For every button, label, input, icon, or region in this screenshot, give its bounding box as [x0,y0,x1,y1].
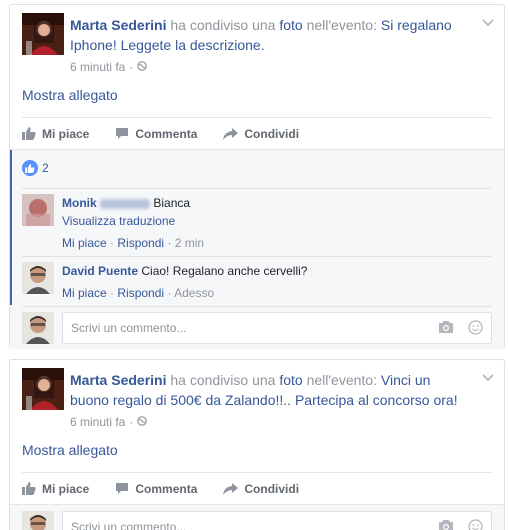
post-actions: Mi piace Commenta Condividi [22,472,492,504]
comment-actions: Mi piace · Rispondi · Adesso [62,284,307,302]
thumbs-up-icon [22,482,36,495]
comment-item: David Puente Ciao! Regalano anche cervel… [22,262,492,302]
current-user-avatar [22,312,54,344]
dot-separator: · [167,286,172,300]
emoji-icon[interactable] [468,519,483,530]
author-avatar[interactable] [22,13,64,55]
emoji-icon[interactable] [468,320,483,338]
post-meta: 6 minuti fa · [70,60,148,74]
post-meta: 6 minuti fa · [70,415,148,429]
thumbs-up-icon [22,127,36,140]
comment-time[interactable]: 2 min [175,236,204,250]
comment-reply-link[interactable]: Rispondi [117,286,164,300]
comment-divider [22,306,492,307]
comment-icon [115,127,129,140]
author-avatar[interactable] [22,368,64,410]
chevron-down-icon[interactable] [482,372,494,382]
feed-post-2: Marta Sederini ha condiviso una foto nel… [9,359,505,530]
dot-separator: · [110,236,115,250]
commenter-avatar[interactable] [22,262,54,294]
globe-icon [137,415,148,429]
dot-separator: · [129,415,134,429]
event-text: nell'evento: [306,372,377,388]
shared-text: ha condiviso una [170,372,276,388]
post-time[interactable]: 6 minuti fa [70,415,125,429]
author-name[interactable]: Marta Sederini [70,372,166,388]
camera-icon[interactable] [438,519,454,530]
globe-icon [137,60,148,74]
comments-section: Scrivi un commento... [10,504,504,530]
photo-link[interactable]: foto [279,372,302,388]
feed-post-1: Marta Sederini ha condiviso una foto nel… [9,4,505,349]
shared-text: ha condiviso una [170,17,276,33]
post-title: Marta Sederini ha condiviso una foto nel… [70,370,470,410]
like-button[interactable]: Mi piace [22,482,89,496]
like-label: Mi piace [42,481,90,496]
chevron-down-icon[interactable] [482,17,494,27]
post-header: Marta Sederini ha condiviso una foto nel… [10,360,504,430]
post-header: Marta Sederini ha condiviso una foto nel… [10,5,504,75]
show-attachment-link[interactable]: Mostra allegato [22,442,118,458]
comment-like-link[interactable]: Mi piace [62,286,107,300]
post-actions: Mi piace Commenta Condividi [22,117,492,149]
comment-input[interactable]: Scrivi un commento... [62,511,492,530]
share-arrow-icon [223,127,239,140]
comment-reply-link[interactable]: Rispondi [117,236,164,250]
comment-label: Commenta [135,481,198,496]
comment-time[interactable]: Adesso [174,286,214,300]
comment-button[interactable]: Commenta [115,482,197,496]
author-name[interactable]: Marta Sederini [70,17,166,33]
like-button[interactable]: Mi piace [22,127,89,141]
dot-separator: · [110,286,115,300]
comment-text: Ciao! Regalano anche cervelli? [141,264,308,278]
blurred-surname [100,198,151,209]
comment-icon [115,482,129,495]
comment-button[interactable]: Commenta [115,127,197,141]
commenter-avatar[interactable] [22,194,54,226]
write-comment-row: Scrivi un commento... [22,511,492,530]
share-label: Condividi [244,481,300,496]
commenter-name[interactable]: David Puente [62,264,138,278]
comment-input-placeholder: Scrivi un commento... [71,321,187,335]
comments-section: 2 Monik Bianca Visualizza traduzione Mi … [10,149,504,349]
comment-body: Monik Bianca Visualizza traduzione Mi pi… [62,194,204,252]
dot-separator: · [129,60,134,74]
comment-like-link[interactable]: Mi piace [62,236,107,250]
share-button[interactable]: Condividi [223,482,299,496]
like-label: Mi piace [42,126,90,141]
photo-link[interactable]: foto [279,17,302,33]
write-comment-row: Scrivi un commento... [22,312,492,344]
share-button[interactable]: Condividi [223,127,299,141]
see-translation-link[interactable]: Visualizza traduzione [62,212,204,230]
dot-separator: · [167,236,172,250]
like-summary[interactable]: 2 [22,160,49,176]
comment-input[interactable]: Scrivi un commento... [62,312,492,344]
like-count: 2 [42,161,49,175]
share-arrow-icon [223,482,239,495]
comments-accent-bar [10,150,12,305]
comment-actions: Mi piace · Rispondi · 2 min [62,234,204,252]
comment-divider [22,256,492,257]
comment-label: Commenta [135,126,198,141]
post-time[interactable]: 6 minuti fa [70,60,125,74]
share-label: Condividi [244,126,300,141]
comment-input-placeholder: Scrivi un commento... [71,520,187,530]
commenter-name[interactable]: Monik [62,196,97,210]
current-user-avatar [22,511,54,530]
comment-body: David Puente Ciao! Regalano anche cervel… [62,262,307,302]
show-attachment-link[interactable]: Mostra allegato [22,87,118,103]
camera-icon[interactable] [438,320,454,338]
likes-divider [22,188,492,189]
comment-item: Monik Bianca Visualizza traduzione Mi pi… [22,194,492,254]
like-reaction-icon [22,160,38,176]
commenter-name-suffix: Bianca [153,196,191,210]
post-title: Marta Sederini ha condiviso una foto nel… [70,15,470,55]
event-text: nell'evento: [306,17,377,33]
